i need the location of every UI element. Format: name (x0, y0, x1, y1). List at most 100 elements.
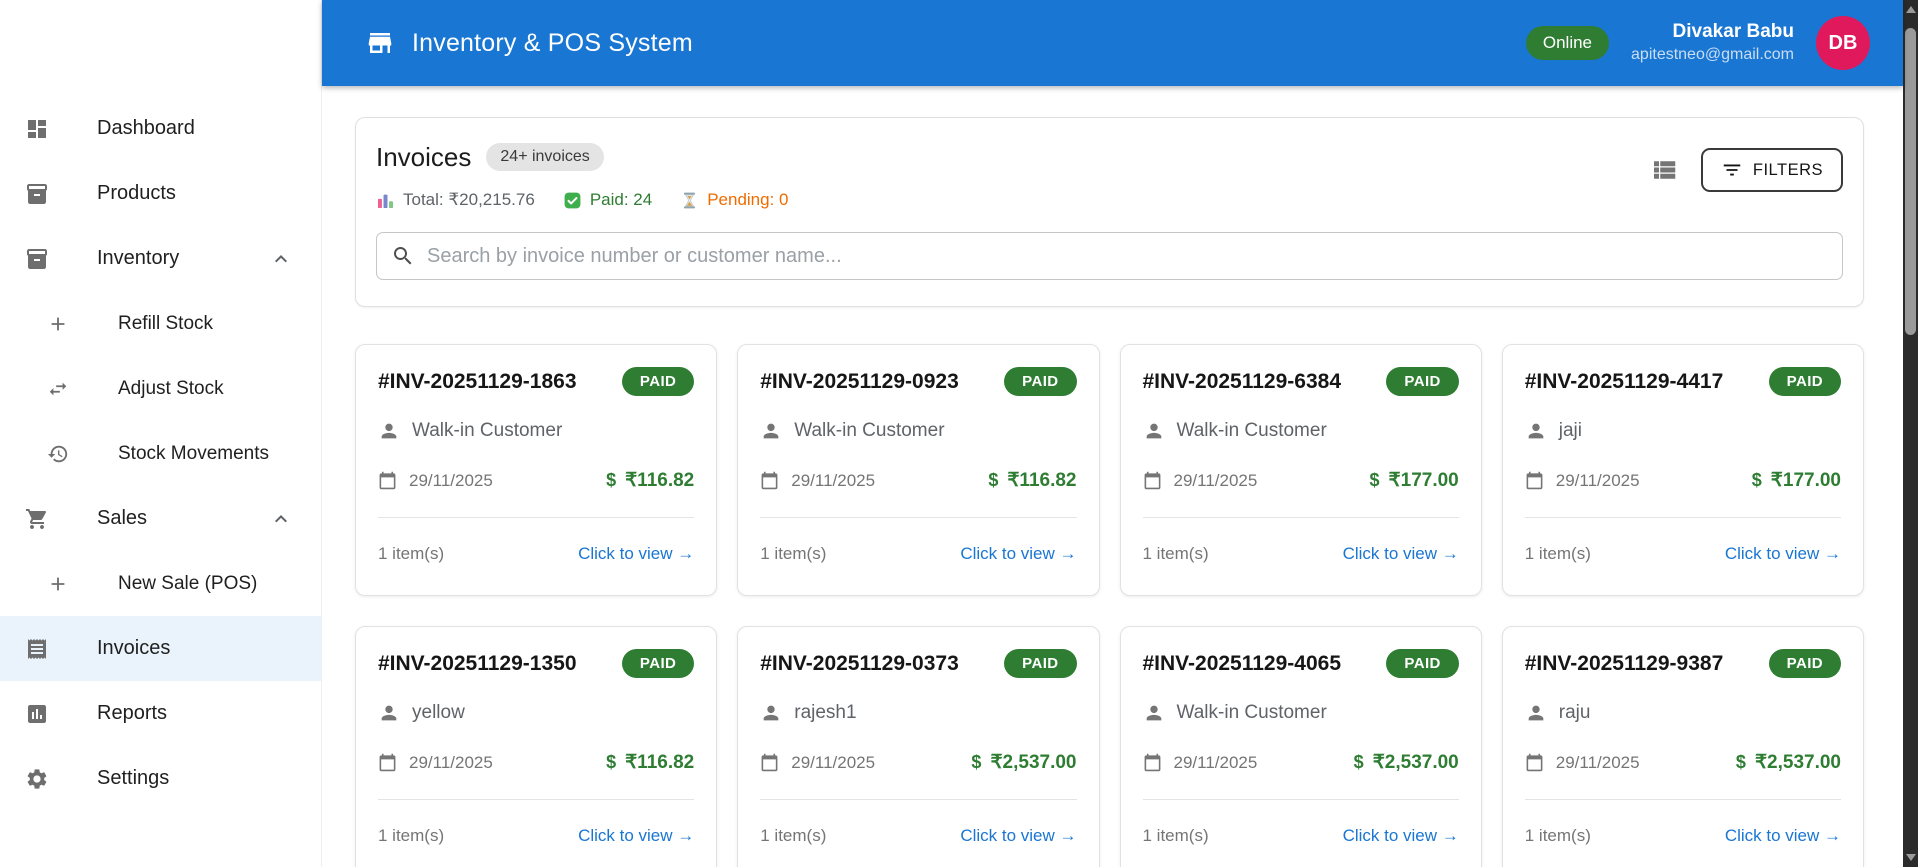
divider (760, 517, 1077, 518)
plus-icon (47, 313, 69, 335)
invoice-number: #INV-20251129-0923 (760, 369, 959, 393)
receipt-icon (25, 637, 49, 661)
sidebar-item-settings[interactable]: Settings (0, 746, 321, 811)
box-icon (25, 247, 49, 271)
invoice-card[interactable]: #INV-20251129-4065 PAID Walk-in Customer… (1119, 626, 1482, 867)
app-title: Inventory & POS System (412, 28, 693, 57)
search-input[interactable] (427, 244, 1828, 268)
gear-icon (25, 767, 49, 791)
items-count: 1 item(s) (1524, 544, 1591, 563)
invoice-date: 29/11/2025 (409, 470, 493, 490)
sidebar-item-new-sale-pos[interactable]: New Sale (POS) (0, 551, 321, 616)
click-to-view-link[interactable]: Click to view → (1343, 826, 1459, 846)
vertical-scrollbar[interactable] (1903, 0, 1918, 867)
invoice-date: 29/11/2025 (1173, 752, 1258, 772)
chevron-up-icon[interactable] (269, 507, 293, 531)
sidebar-item-refill-stock[interactable]: Refill Stock (0, 291, 321, 356)
invoice-card[interactable]: #INV-20251129-1350 PAID yellow 29/11/202… (355, 626, 718, 867)
calendar-icon (378, 753, 397, 772)
person-icon (1143, 702, 1165, 724)
click-to-view-link[interactable]: Click to view → (578, 544, 694, 564)
filters-button[interactable]: FILTERS (1700, 148, 1843, 192)
items-count: 1 item(s) (1142, 826, 1209, 845)
invoice-date: 29/11/2025 (1173, 470, 1258, 490)
sidebar-item-inventory[interactable]: Inventory (0, 226, 321, 291)
sidebar: Dashboard Products Inventory Refill Stoc… (0, 0, 322, 867)
bar-chart-icon (25, 702, 49, 726)
cart-icon (25, 507, 49, 531)
divider (1142, 517, 1459, 518)
click-to-view-link[interactable]: Click to view → (578, 826, 694, 846)
invoice-card[interactable]: #INV-20251129-6384 PAID Walk-in Customer… (1119, 344, 1482, 596)
chevron-up-icon[interactable] (269, 247, 293, 271)
storefront-icon (365, 28, 395, 58)
user-name: Divakar Babu (1672, 21, 1794, 43)
sidebar-item-dashboard[interactable]: Dashboard (0, 96, 321, 161)
calendar-icon (1525, 753, 1544, 772)
customer-name: Walk-in Customer (1176, 702, 1327, 723)
view-list-icon[interactable] (1649, 155, 1679, 185)
invoice-card[interactable]: #INV-20251129-4417 PAID jaji 29/11/2025 … (1501, 344, 1864, 596)
sidebar-item-stock-movements[interactable]: Stock Movements (0, 421, 321, 486)
click-to-view-link[interactable]: Click to view → (1725, 826, 1841, 846)
scrollbar-thumb[interactable] (1905, 28, 1916, 335)
search-box (376, 232, 1843, 280)
filters-button-label: FILTERS (1752, 160, 1823, 179)
click-to-view-link[interactable]: Click to view → (960, 826, 1076, 846)
invoice-amount: ₹177.00 (1388, 470, 1459, 491)
header-right-group: Online Divakar Babu apitestneo@gmail.com… (1525, 16, 1870, 70)
calendar-icon (760, 471, 779, 490)
sidebar-item-adjust-stock[interactable]: Adjust Stock (0, 356, 321, 421)
sidebar-item-label: Refill Stock (118, 312, 214, 334)
avatar[interactable]: DB (1816, 16, 1870, 70)
calendar-icon (1143, 753, 1162, 772)
click-to-view-link[interactable]: Click to view → (1343, 544, 1459, 564)
scroll-up-arrow-icon[interactable] (1905, 6, 1916, 13)
divider (378, 517, 695, 518)
status-badge: PAID (1386, 649, 1459, 678)
person-icon (760, 420, 782, 442)
invoice-card[interactable]: #INV-20251129-0923 PAID Walk-in Customer… (737, 344, 1100, 596)
customer-name: jaji (1558, 420, 1582, 441)
sidebar-item-sales[interactable]: Sales (0, 486, 321, 551)
calendar-icon (760, 753, 779, 772)
bar-chart-emoji-icon (376, 191, 395, 210)
sidebar-item-products[interactable]: Products (0, 161, 321, 226)
status-badge: PAID (621, 649, 695, 678)
calendar-icon (378, 471, 397, 490)
invoice-amount: ₹2,537.00 (1372, 752, 1459, 773)
invoice-number: #INV-20251129-0373 (760, 651, 959, 675)
stat-total: Total: ₹20,215.76 (376, 190, 535, 210)
status-badge: PAID (1768, 367, 1841, 396)
sidebar-item-label: Sales (97, 507, 148, 529)
status-badge: PAID (621, 367, 695, 396)
calendar-icon (1143, 471, 1162, 490)
invoice-date: 29/11/2025 (409, 752, 493, 772)
sidebar-item-reports[interactable]: Reports (0, 681, 321, 746)
items-count: 1 item(s) (1524, 826, 1591, 845)
stat-paid: Paid: 24 (563, 190, 652, 210)
status-badge: PAID (1386, 367, 1459, 396)
stat-total-text: Total: ₹20,215.76 (403, 190, 535, 209)
click-to-view-link[interactable]: Click to view → (960, 544, 1076, 564)
invoice-card[interactable]: #INV-20251129-1863 PAID Walk-in Customer… (355, 344, 718, 596)
sidebar-item-invoices[interactable]: Invoices (0, 616, 321, 681)
invoice-amount: ₹2,537.00 (1754, 752, 1841, 773)
invoice-date: 29/11/2025 (1555, 752, 1640, 772)
invoice-grid: #INV-20251129-1863 PAID Walk-in Customer… (355, 344, 1864, 867)
click-to-view-link[interactable]: Click to view → (1725, 544, 1841, 564)
divider (760, 799, 1077, 800)
scroll-down-arrow-icon[interactable] (1905, 854, 1916, 861)
person-icon (1525, 420, 1547, 442)
divider (1524, 517, 1841, 518)
person-icon (1143, 420, 1165, 442)
invoice-card[interactable]: #INV-20251129-9387 PAID raju 29/11/2025 … (1501, 626, 1864, 867)
items-count: 1 item(s) (378, 544, 445, 563)
sidebar-item-label: Adjust Stock (118, 377, 224, 399)
invoice-number: #INV-20251129-1863 (378, 369, 577, 393)
status-badge: PAID (1768, 649, 1841, 678)
invoice-amount: ₹177.00 (1770, 470, 1841, 491)
status-badge: PAID (1004, 649, 1077, 678)
invoice-card[interactable]: #INV-20251129-0373 PAID rajesh1 29/11/20… (737, 626, 1100, 867)
sidebar-item-label: Settings (97, 767, 170, 789)
